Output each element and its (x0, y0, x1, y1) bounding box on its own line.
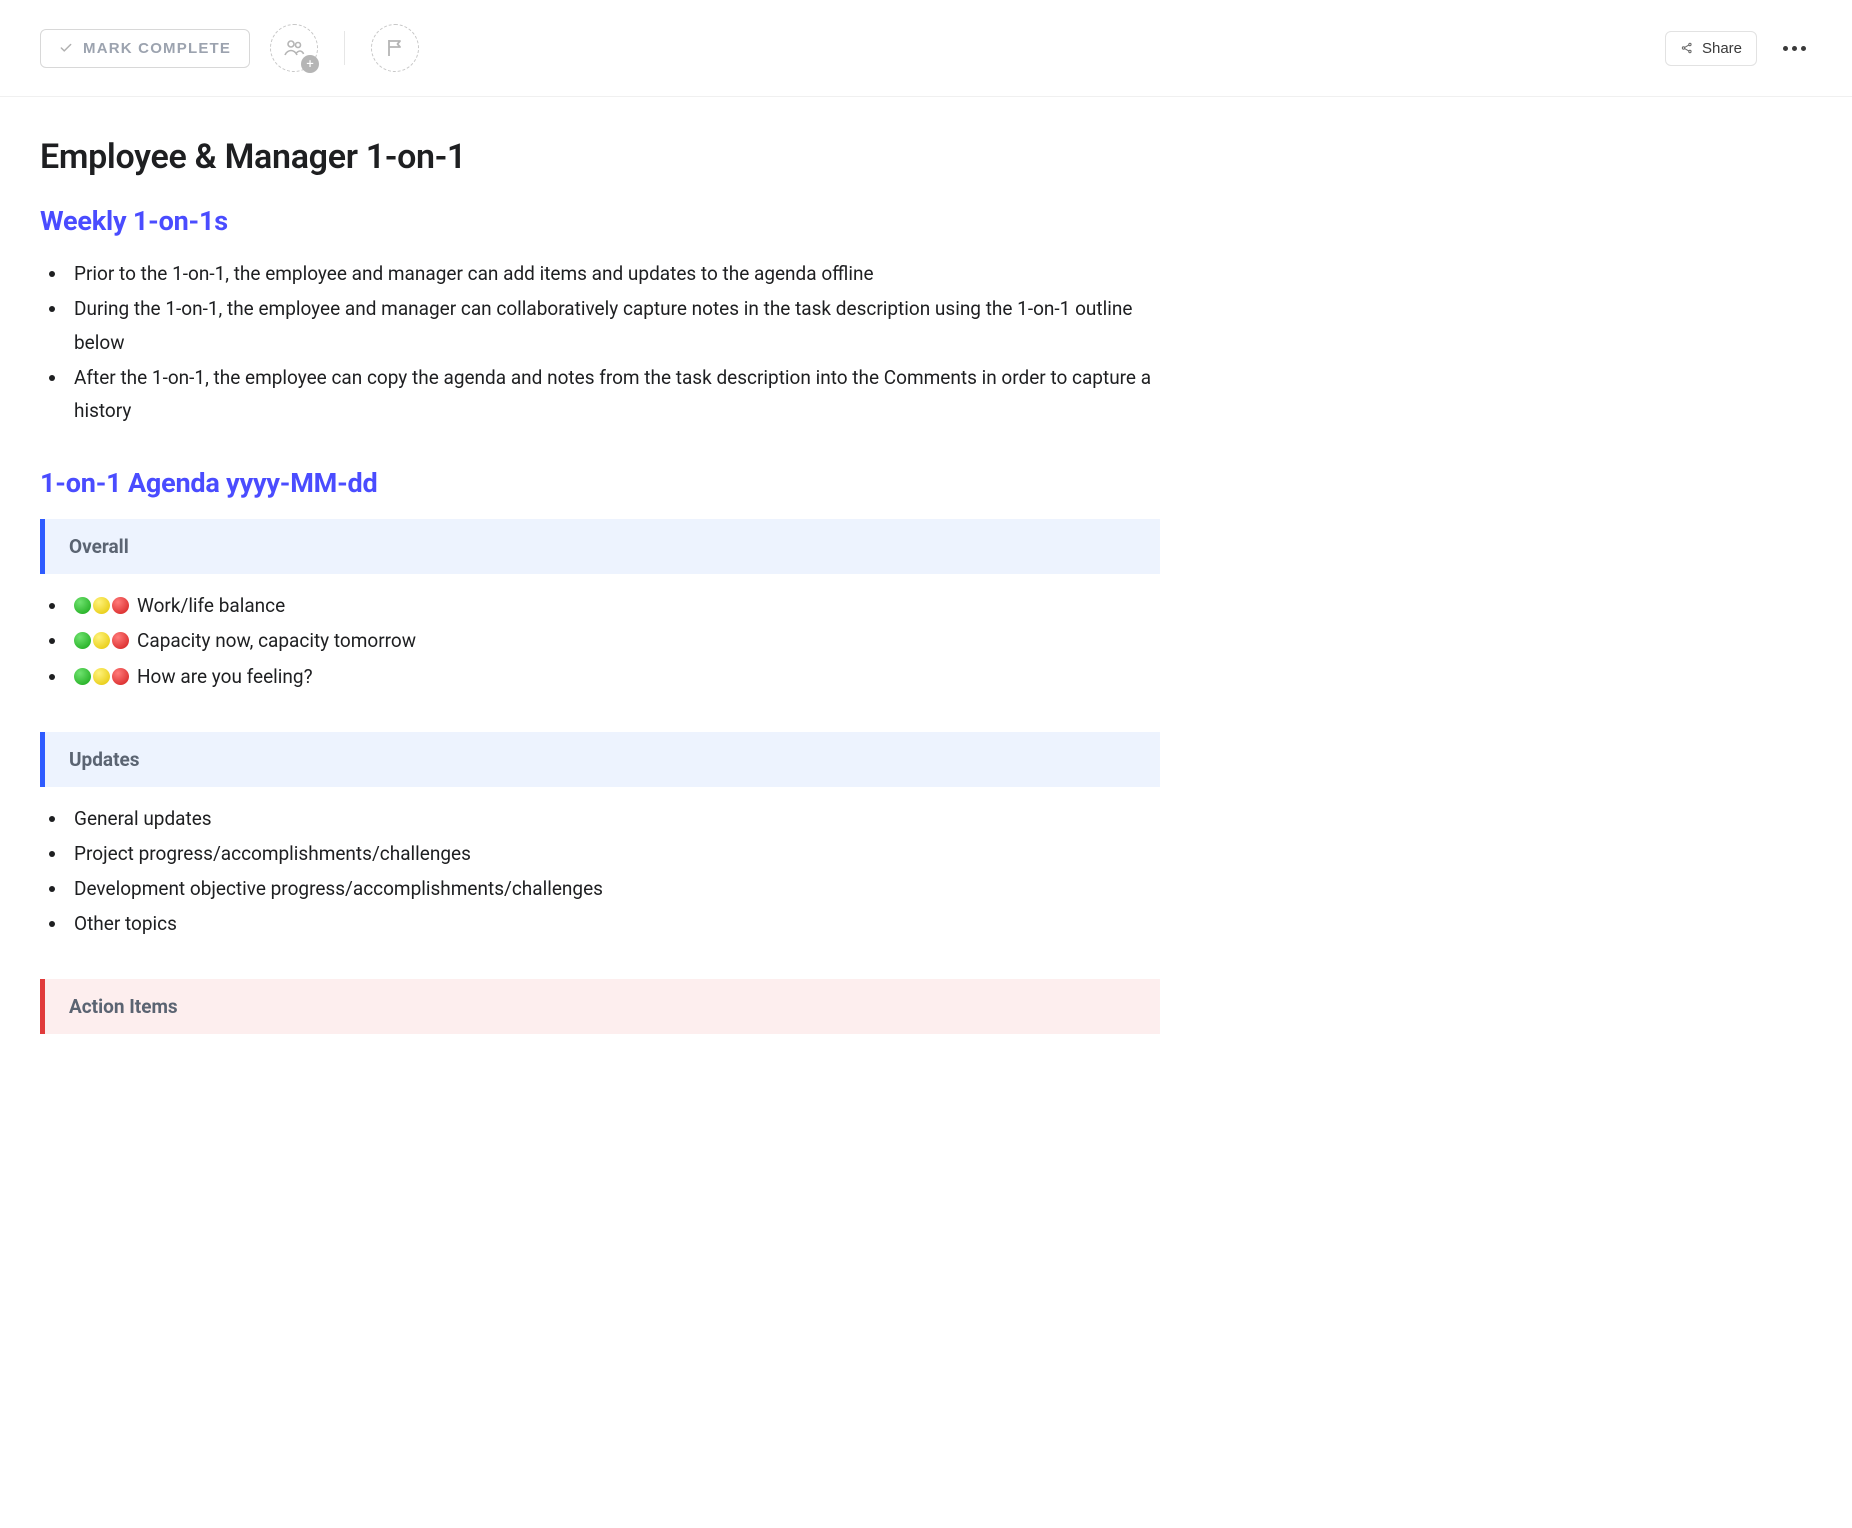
traffic-lights (74, 594, 131, 617)
list-item: How are you feeling? (68, 659, 1160, 694)
callout-heading: Action Items (69, 995, 1136, 1018)
list-item: Other topics (68, 906, 1160, 941)
toolbar-divider (344, 31, 345, 65)
list-item: Development objective progress/accomplis… (68, 871, 1160, 906)
callout-overall: Overall (40, 519, 1160, 574)
page-title: Employee & Manager 1-on-1 (40, 137, 1160, 177)
share-icon (1680, 41, 1694, 55)
mark-complete-button[interactable]: MARK COMPLETE (40, 29, 250, 68)
green-dot-icon (74, 632, 91, 649)
section-agenda-heading[interactable]: 1-on-1 Agenda yyyy-MM-dd (40, 467, 1160, 499)
callout-updates: Updates (40, 732, 1160, 787)
callout-action-items: Action Items (40, 979, 1160, 1034)
list-item: After the 1-on-1, the employee can copy … (68, 361, 1160, 428)
yellow-dot-icon (93, 632, 110, 649)
red-dot-icon (112, 597, 129, 614)
callout-heading: Updates (69, 748, 1136, 771)
share-button[interactable]: Share (1665, 31, 1757, 66)
section-weekly-heading[interactable]: Weekly 1-on-1s (40, 205, 1160, 237)
traffic-lights (74, 665, 131, 688)
share-label: Share (1702, 40, 1742, 57)
yellow-dot-icon (93, 668, 110, 685)
green-dot-icon (74, 668, 91, 685)
red-dot-icon (112, 632, 129, 649)
green-dot-icon (74, 597, 91, 614)
check-icon (59, 41, 73, 55)
item-text: Work/life balance (137, 594, 285, 617)
item-text: Capacity now, capacity tomorrow (137, 629, 416, 652)
add-people-button[interactable]: + (270, 24, 318, 72)
dot-icon (1783, 46, 1788, 51)
dot-icon (1801, 46, 1806, 51)
flag-icon (383, 36, 407, 60)
dot-icon (1792, 46, 1797, 51)
list-item: General updates (68, 801, 1160, 836)
list-item: Prior to the 1-on-1, the employee and ma… (68, 257, 1160, 290)
toolbar: MARK COMPLETE + Share (0, 0, 1852, 97)
list-item: Capacity now, capacity tomorrow (68, 623, 1160, 658)
red-dot-icon (112, 668, 129, 685)
list-item: Project progress/accomplishments/challen… (68, 836, 1160, 871)
updates-list: General updates Project progress/accompl… (40, 801, 1160, 942)
plus-badge-icon: + (301, 55, 319, 73)
document-content: Employee & Manager 1-on-1 Weekly 1-on-1s… (0, 97, 1200, 1088)
add-flag-button[interactable] (371, 24, 419, 72)
list-item: During the 1-on-1, the employee and mana… (68, 292, 1160, 359)
mark-complete-label: MARK COMPLETE (83, 40, 231, 57)
people-icon (282, 36, 306, 60)
more-menu-button[interactable] (1777, 40, 1812, 57)
traffic-lights (74, 629, 131, 652)
item-text: How are you feeling? (137, 665, 313, 688)
list-item: Work/life balance (68, 588, 1160, 623)
yellow-dot-icon (93, 597, 110, 614)
overall-list: Work/life balance Capacity now, capacity… (40, 588, 1160, 693)
callout-heading: Overall (69, 535, 1136, 558)
weekly-bullet-list: Prior to the 1-on-1, the employee and ma… (40, 257, 1160, 427)
